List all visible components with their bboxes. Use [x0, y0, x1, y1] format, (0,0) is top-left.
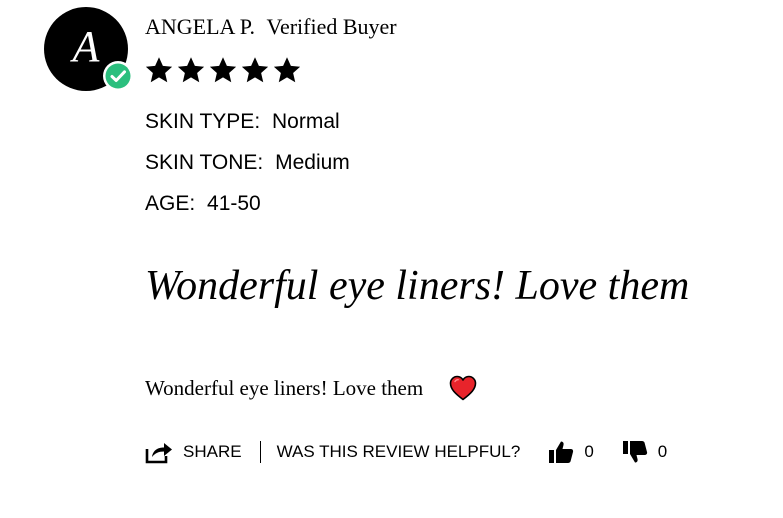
attribute-skin-type: SKIN TYPE: Normal: [145, 110, 340, 134]
helpful-yes-count: 0: [584, 442, 594, 461]
helpful-prompt: WAS THIS REVIEW HELPFUL?: [276, 442, 521, 461]
star-icon: [241, 57, 269, 83]
thumbs-down-icon: [622, 441, 647, 463]
attribute-label: SKIN TYPE:: [145, 110, 261, 133]
share-icon: [145, 443, 172, 464]
share-label: SHARE: [183, 442, 242, 461]
helpful-yes-button[interactable]: 0: [548, 439, 594, 465]
attribute-label: SKIN TONE:: [145, 151, 264, 174]
review-headline: Wonderful eye liners! Love them: [145, 263, 690, 309]
verified-check-icon: [103, 61, 133, 91]
attribute-value: Medium: [275, 151, 350, 174]
review-body: Wonderful eye liners! Love them: [145, 376, 424, 400]
share-button[interactable]: SHARE: [145, 440, 242, 464]
star-icon: [273, 57, 301, 83]
heart-icon: [449, 375, 477, 401]
helpful-no-button[interactable]: 0: [622, 439, 667, 465]
thumbs-up-icon: [549, 441, 574, 463]
star-icon: [209, 57, 237, 83]
divider: [259, 441, 261, 463]
attribute-value: 41-50: [207, 192, 261, 215]
reviewer-name: ANGELA P.: [145, 14, 256, 39]
verified-buyer-label: Verified Buyer: [266, 14, 397, 39]
attribute-age: AGE: 41-50: [145, 192, 261, 216]
attribute-skin-tone: SKIN TONE: Medium: [145, 151, 350, 175]
star-rating: [144, 55, 302, 85]
star-icon: [177, 57, 205, 83]
helpful-no-count: 0: [657, 442, 668, 461]
star-icon: [145, 57, 173, 83]
reviewer-line: ANGELA P. Verified Buyer: [145, 14, 397, 40]
attribute-label: AGE:: [145, 192, 196, 215]
attribute-value: Normal: [272, 110, 340, 133]
review-footer: SHARE WAS THIS REVIEW HELPFUL? 0 0: [145, 437, 667, 467]
